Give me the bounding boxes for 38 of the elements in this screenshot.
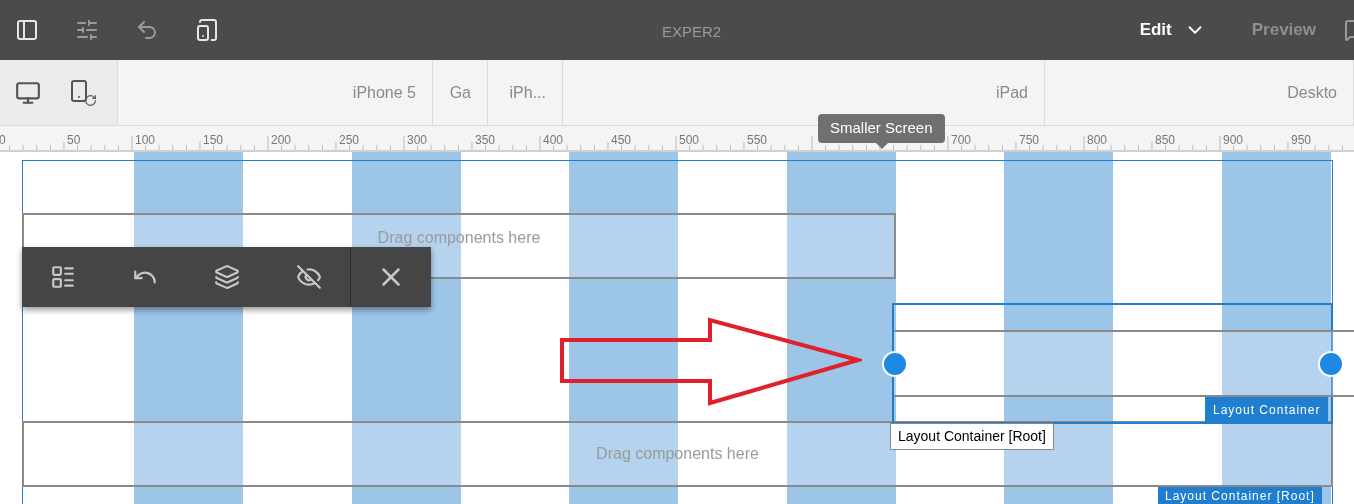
ruler-label: 900 <box>1223 132 1244 149</box>
resize-handle[interactable] <box>1318 351 1344 377</box>
root-container-label: Layout Container [Root] <box>1158 487 1322 504</box>
ruler-label: 250 <box>339 132 360 149</box>
ruler-label: 850 <box>1155 132 1176 149</box>
ruler-label: 750 <box>1019 132 1040 149</box>
ruler-label: 300 <box>407 132 428 149</box>
resize-handle[interactable] <box>882 351 908 377</box>
ruler-label: 550 <box>747 132 768 149</box>
monitor-icon[interactable] <box>15 79 41 106</box>
breakpoint-tab[interactable]: Deskto <box>1287 80 1337 105</box>
undo-icon[interactable] <box>135 18 159 42</box>
ruler-label: 50 <box>67 132 81 149</box>
breakpoint-tab[interactable]: iPhone 5 <box>352 80 416 105</box>
hover-tooltip: Layout Container [Root] <box>890 423 1054 450</box>
ruler-label: 150 <box>203 132 224 149</box>
ruler-label: 0 <box>0 132 6 149</box>
preview-button[interactable]: Preview <box>1251 17 1316 43</box>
page-title: EXPER2 <box>662 22 722 42</box>
ruler-label: 950 <box>1291 132 1312 149</box>
ruler-label: 350 <box>475 132 496 149</box>
edit-mode-dropdown[interactable]: Edit <box>1139 17 1206 43</box>
ruler-label: 200 <box>271 132 292 149</box>
ruler-label: 500 <box>679 132 700 149</box>
sliders-icon[interactable] <box>75 18 99 42</box>
ruler-label: 800 <box>1087 132 1108 149</box>
ruler-label: 400 <box>543 132 564 149</box>
ruler-tooltip: Smaller Screen <box>818 114 945 143</box>
breakpoint-tab[interactable]: iPh... <box>509 80 546 105</box>
container-label: Layout Container <box>1205 397 1329 422</box>
breakpoint-tab[interactable]: Ga <box>449 80 471 105</box>
ruler-label: 450 <box>611 132 632 149</box>
breakpoint-tab[interactable]: iPad <box>995 80 1028 105</box>
ruler-label: 100 <box>135 132 156 149</box>
tooltip-pointer-icon <box>876 143 888 149</box>
ruler-label: 700 <box>951 132 972 149</box>
devices-icon[interactable] <box>195 18 219 42</box>
sidebar-icon[interactable] <box>15 18 39 42</box>
